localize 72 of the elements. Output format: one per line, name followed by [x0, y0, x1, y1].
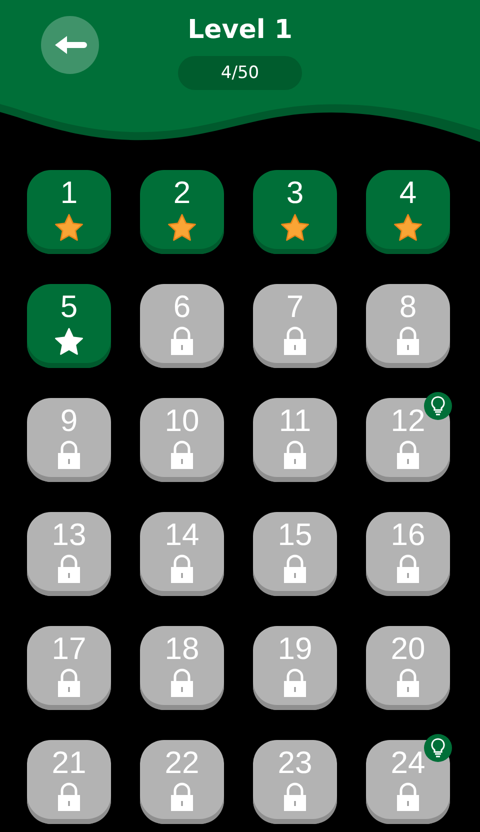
lock-icon [282, 326, 308, 356]
back-arrow-icon [53, 34, 87, 56]
level-number: 24 [390, 746, 426, 780]
level-tile[interactable]: 8 [366, 284, 450, 368]
level-number: 20 [390, 632, 426, 666]
level-tile[interactable]: 10 [140, 398, 224, 482]
level-number: 7 [286, 290, 304, 324]
level-tile[interactable]: 17 [27, 626, 111, 710]
level-tile[interactable]: 6 [140, 284, 224, 368]
level-tile[interactable]: 15 [253, 512, 337, 596]
level-number: 6 [173, 290, 191, 324]
level-number: 3 [286, 176, 304, 210]
lock-icon [282, 782, 308, 812]
level-tile[interactable]: 7 [253, 284, 337, 368]
level-title: Level 1 [188, 14, 292, 46]
lock-icon [395, 668, 421, 698]
level-tile[interactable]: 11 [253, 398, 337, 482]
lock-icon [169, 440, 195, 470]
level-number: 14 [164, 518, 200, 552]
level-number: 11 [278, 404, 312, 438]
level-number: 12 [390, 404, 426, 438]
level-tile[interactable]: 2 [140, 170, 224, 254]
lock-icon [282, 554, 308, 584]
level-number: 10 [164, 404, 200, 438]
level-tile[interactable]: 23 [253, 740, 337, 824]
lock-icon [169, 782, 195, 812]
lock-icon [395, 554, 421, 584]
level-number: 5 [60, 290, 78, 324]
level-number: 16 [390, 518, 426, 552]
lock-icon [56, 782, 82, 812]
level-number: 21 [52, 746, 86, 780]
level-tile[interactable]: 9 [27, 398, 111, 482]
level-tile[interactable]: 19 [253, 626, 337, 710]
level-tile[interactable]: 16 [366, 512, 450, 596]
level-number: 2 [173, 176, 191, 210]
lock-icon [395, 782, 421, 812]
lock-icon [282, 668, 308, 698]
level-tile[interactable]: 24 [366, 740, 450, 824]
lock-icon [169, 326, 195, 356]
level-tile[interactable]: 4 [366, 170, 450, 254]
level-number: 23 [278, 746, 312, 780]
level-number: 4 [399, 176, 417, 210]
lock-icon [56, 668, 82, 698]
level-number: 17 [52, 632, 86, 666]
lightbulb-icon [430, 396, 446, 416]
level-number: 22 [164, 746, 200, 780]
lock-icon [395, 326, 421, 356]
lock-icon [56, 440, 82, 470]
level-tile[interactable]: 18 [140, 626, 224, 710]
level-tile[interactable]: 21 [27, 740, 111, 824]
lock-icon [169, 668, 195, 698]
level-tile[interactable]: 12 [366, 398, 450, 482]
level-number: 13 [52, 518, 86, 552]
level-tile[interactable]: 13 [27, 512, 111, 596]
level-tile[interactable]: 5 [27, 284, 111, 368]
lightbulb-icon [430, 738, 446, 758]
lock-icon [395, 440, 421, 470]
level-number: 18 [164, 632, 200, 666]
lock-icon [169, 554, 195, 584]
lock-icon [56, 554, 82, 584]
level-tile[interactable]: 14 [140, 512, 224, 596]
level-tile[interactable]: 3 [253, 170, 337, 254]
level-number: 15 [278, 518, 312, 552]
level-number: 9 [60, 404, 78, 438]
progress-counter: 4/50 [178, 56, 302, 90]
level-tile[interactable]: 20 [366, 626, 450, 710]
level-number: 1 [60, 176, 78, 210]
level-number: 8 [399, 290, 417, 324]
lock-icon [282, 440, 308, 470]
level-number: 19 [278, 632, 312, 666]
level-tile[interactable]: 22 [140, 740, 224, 824]
level-tile[interactable]: 1 [27, 170, 111, 254]
